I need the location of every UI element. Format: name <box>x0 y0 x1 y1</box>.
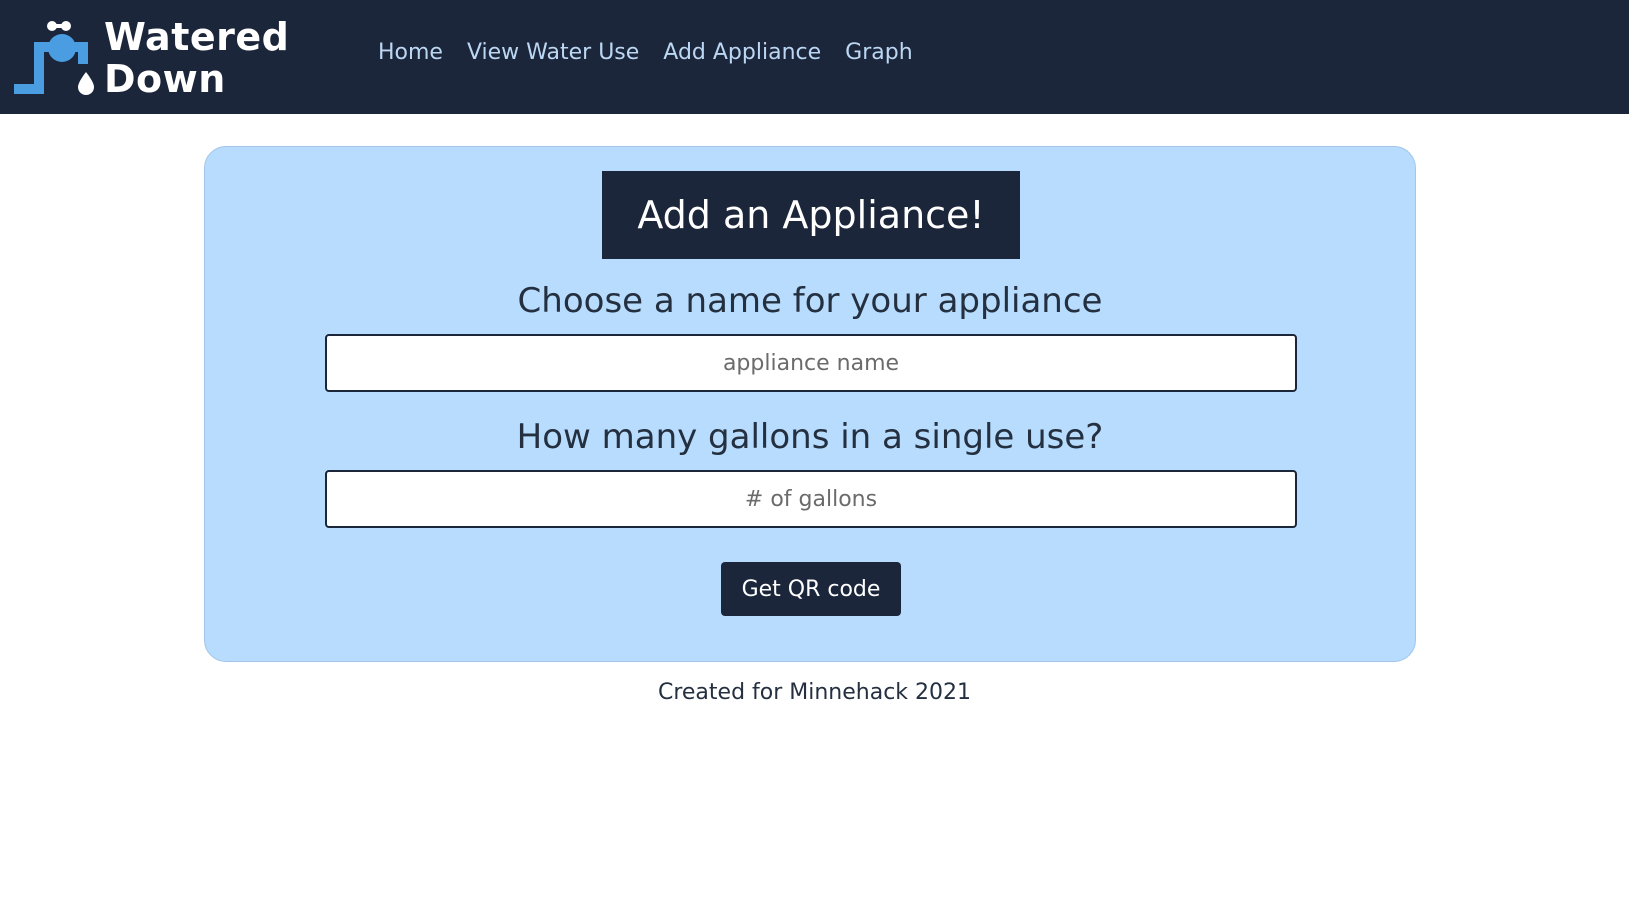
footer-text: Created for Minnehack 2021 <box>657 680 972 705</box>
brand-line-1: Watered <box>104 15 290 59</box>
nav-links: Home View Water Use Add Appliance Graph <box>378 40 913 65</box>
page-title: Add an Appliance! <box>602 171 1020 259</box>
nav-graph[interactable]: Graph <box>845 40 912 65</box>
navbar: Watered Down Home View Water Use Add App… <box>0 0 1629 114</box>
brand-line-2: Down <box>104 57 226 101</box>
add-appliance-card: Add an Appliance! Choose a name for your… <box>204 146 1416 662</box>
nav-view-water-use[interactable]: View Water Use <box>467 40 639 65</box>
brand-logo[interactable]: Watered Down <box>12 16 312 102</box>
nav-home[interactable]: Home <box>378 40 443 65</box>
appliance-name-label: Choose a name for your appliance <box>517 281 1103 321</box>
gallons-input[interactable] <box>325 470 1297 528</box>
faucet-droplet-icon <box>14 21 94 95</box>
get-qr-code-button[interactable]: Get QR code <box>721 562 901 616</box>
brand-name: Watered Down <box>104 16 289 100</box>
gallons-label: How many gallons in a single use? <box>516 417 1104 457</box>
appliance-name-input[interactable] <box>325 334 1297 392</box>
nav-add-appliance[interactable]: Add Appliance <box>663 40 821 65</box>
